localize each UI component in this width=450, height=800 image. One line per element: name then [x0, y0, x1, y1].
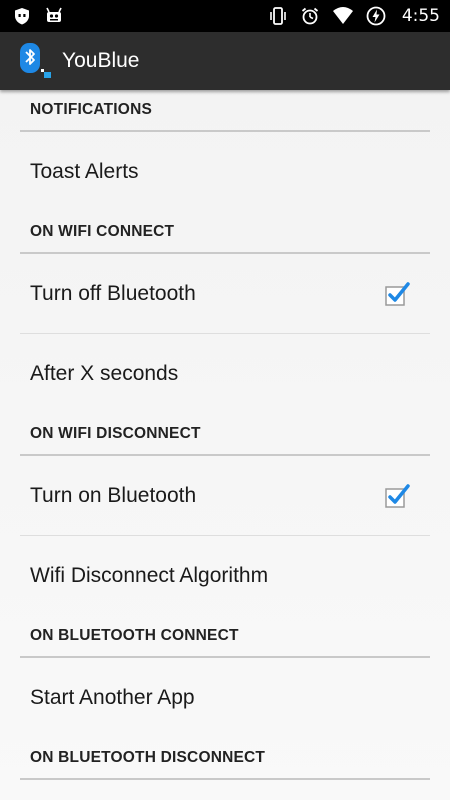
pref-toast-alerts[interactable]: Toast Alerts	[20, 132, 430, 212]
category-on-wifi-disconnect: ON WIFI DISCONNECT	[20, 414, 430, 456]
category-on-bluetooth-connect: ON BLUETOOTH CONNECT	[20, 616, 430, 658]
pref-label: Turn on Bluetooth	[30, 483, 197, 507]
pref-after-x-seconds[interactable]: After X seconds	[20, 334, 430, 414]
bluetooth-app-icon[interactable]	[18, 41, 54, 81]
action-bar: YouBlue	[0, 32, 450, 90]
shield-icon	[15, 8, 29, 25]
alarm-icon	[301, 7, 318, 25]
category-on-wifi-connect: ON WIFI CONNECT	[20, 212, 430, 254]
category-on-bluetooth-disconnect: ON BLUETOOTH DISCONNECT	[20, 738, 430, 780]
pref-turn-off-bluetooth[interactable]: Turn off Bluetooth	[20, 254, 430, 334]
turn-on-bluetooth-checkbox[interactable]	[384, 483, 410, 509]
status-left-icons	[12, 6, 64, 26]
app-title: YouBlue	[62, 49, 140, 72]
pref-label: Start Another App	[30, 686, 195, 709]
pref-label: Turn off Bluetooth	[30, 281, 196, 305]
pref-label: Toast Alerts	[30, 160, 139, 183]
wifi-icon	[332, 7, 353, 24]
pref-label: After X seconds	[30, 362, 179, 385]
pref-wifi-disconnect-algorithm[interactable]: Wifi Disconnect Algorithm	[20, 536, 430, 616]
status-right-icons: 4:55	[268, 6, 440, 26]
status-bar: 4:55	[0, 0, 450, 32]
category-notifications: NOTIFICATIONS	[20, 90, 430, 132]
battery-charging-icon	[366, 6, 386, 26]
pref-start-another-app[interactable]: Start Another App	[20, 658, 430, 738]
preferences-list[interactable]: NOTIFICATIONS Toast Alerts ON WIFI CONNE…	[0, 90, 450, 800]
turn-off-bluetooth-checkbox[interactable]	[384, 281, 410, 307]
android-icon	[46, 7, 62, 22]
vibrate-icon	[270, 7, 286, 25]
pref-label: Wifi Disconnect Algorithm	[30, 564, 269, 587]
status-time: 4:55	[401, 6, 440, 26]
pref-turn-on-bluetooth[interactable]: Turn on Bluetooth	[20, 456, 430, 536]
